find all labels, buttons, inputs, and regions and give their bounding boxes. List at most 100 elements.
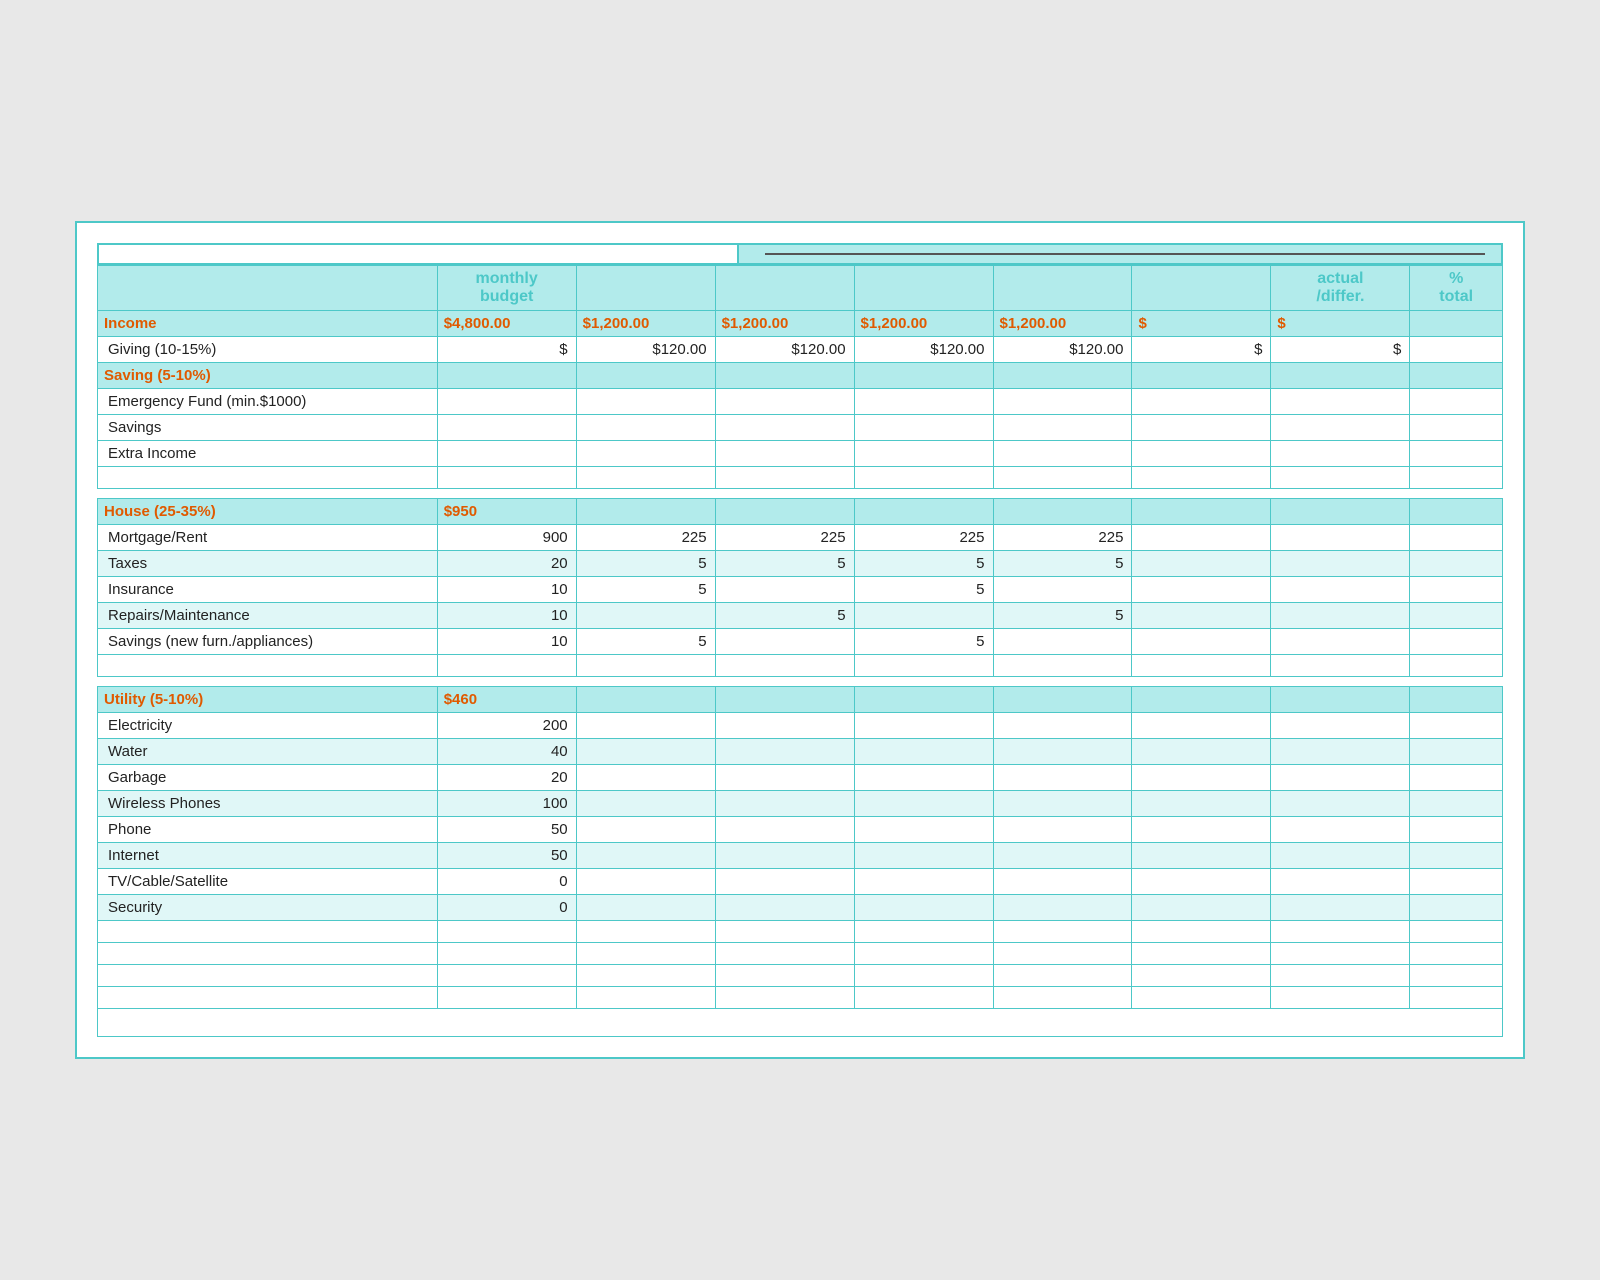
section-pct [1410, 499, 1503, 525]
table-row: Phone 50 [98, 817, 1503, 843]
row-week3 [854, 869, 993, 895]
row-monthly [437, 441, 576, 467]
row-category: Saving (5-10%) [98, 363, 438, 389]
row-category: Repairs/Maintenance [98, 603, 438, 629]
row-actual [1271, 869, 1410, 895]
row-category: Emergency Fund (min.$1000) [98, 389, 438, 415]
table-row: Savings (new furn./appliances) 10 5 5 [98, 629, 1503, 655]
table-row: Taxes 20 5 5 5 5 [98, 551, 1503, 577]
row-category [98, 943, 438, 965]
row-pct [1410, 525, 1503, 551]
row-week2: $120.00 [715, 337, 854, 363]
section-week5 [1132, 499, 1271, 525]
row-monthly: 50 [437, 843, 576, 869]
row-week1 [576, 389, 715, 415]
row-week2 [715, 869, 854, 895]
section-pct [1410, 311, 1503, 337]
row-pct [1410, 765, 1503, 791]
row-category: Water [98, 739, 438, 765]
row-pct [1410, 791, 1503, 817]
row-week1: 5 [576, 577, 715, 603]
row-week2 [715, 415, 854, 441]
row-week5 [1132, 869, 1271, 895]
row-category: TV/Cable/Satellite [98, 869, 438, 895]
row-category: Phone [98, 817, 438, 843]
row-actual [1271, 943, 1410, 965]
table-row: Saving (5-10%) [98, 363, 1503, 389]
section-category: House (25-35%) [98, 499, 438, 525]
row-category [98, 467, 438, 489]
table-row [98, 655, 1503, 677]
table-row [98, 943, 1503, 965]
row-monthly: 20 [437, 765, 576, 791]
row-week4: 5 [993, 551, 1132, 577]
row-week5 [1132, 577, 1271, 603]
row-pct [1410, 843, 1503, 869]
row-monthly: 50 [437, 817, 576, 843]
col-header-monthly: monthlybudget [437, 266, 576, 311]
section-week5: $ [1132, 311, 1271, 337]
table-row: Electricity 200 [98, 713, 1503, 739]
section-monthly: $4,800.00 [437, 311, 576, 337]
table-row: Extra Income [98, 441, 1503, 467]
row-week2 [715, 467, 854, 489]
row-week3 [854, 965, 993, 987]
col-header-week4 [993, 266, 1132, 311]
final-row [98, 1009, 1503, 1037]
row-week1 [576, 895, 715, 921]
row-week2 [715, 791, 854, 817]
table-row: Water 40 [98, 739, 1503, 765]
row-week4 [993, 987, 1132, 1009]
row-monthly [437, 655, 576, 677]
row-week1 [576, 441, 715, 467]
row-category: Giving (10-15%) [98, 337, 438, 363]
row-week4 [993, 765, 1132, 791]
row-monthly: 10 [437, 629, 576, 655]
row-week5 [1132, 765, 1271, 791]
row-week3 [854, 921, 993, 943]
row-week1 [576, 655, 715, 677]
section-week3 [854, 499, 993, 525]
row-actual [1271, 817, 1410, 843]
row-week4 [993, 943, 1132, 965]
table-row: Mortgage/Rent 900 225 225 225 225 [98, 525, 1503, 551]
row-week4 [993, 965, 1132, 987]
section-pct [1410, 687, 1503, 713]
table-row: Security 0 [98, 895, 1503, 921]
row-week3 [854, 943, 993, 965]
month-section [739, 245, 1501, 263]
row-week2 [715, 389, 854, 415]
col-header-week3 [854, 266, 993, 311]
row-pct [1410, 739, 1503, 765]
row-week1 [576, 415, 715, 441]
row-week2 [715, 921, 854, 943]
table-row: Emergency Fund (min.$1000) [98, 389, 1503, 415]
row-monthly [437, 921, 576, 943]
row-actual [1271, 389, 1410, 415]
row-week1 [576, 987, 715, 1009]
row-week5 [1132, 843, 1271, 869]
row-week5 [1132, 415, 1271, 441]
row-pct [1410, 467, 1503, 489]
row-actual [1271, 921, 1410, 943]
row-week4 [993, 655, 1132, 677]
row-week4 [993, 441, 1132, 467]
row-pct [1410, 415, 1503, 441]
row-monthly: 100 [437, 791, 576, 817]
section-week2 [715, 499, 854, 525]
row-week3: 225 [854, 525, 993, 551]
row-week5 [1132, 551, 1271, 577]
section-monthly: $950 [437, 499, 576, 525]
row-week4 [993, 791, 1132, 817]
row-pct [1410, 987, 1503, 1009]
table-row [98, 987, 1503, 1009]
row-week4: $120.00 [993, 337, 1132, 363]
row-week3 [854, 389, 993, 415]
section-week5 [1132, 687, 1271, 713]
col-header-week2 [715, 266, 854, 311]
row-actual [1271, 415, 1410, 441]
row-actual [1271, 713, 1410, 739]
row-pct [1410, 817, 1503, 843]
row-week5: $ [1132, 337, 1271, 363]
row-monthly: 0 [437, 895, 576, 921]
